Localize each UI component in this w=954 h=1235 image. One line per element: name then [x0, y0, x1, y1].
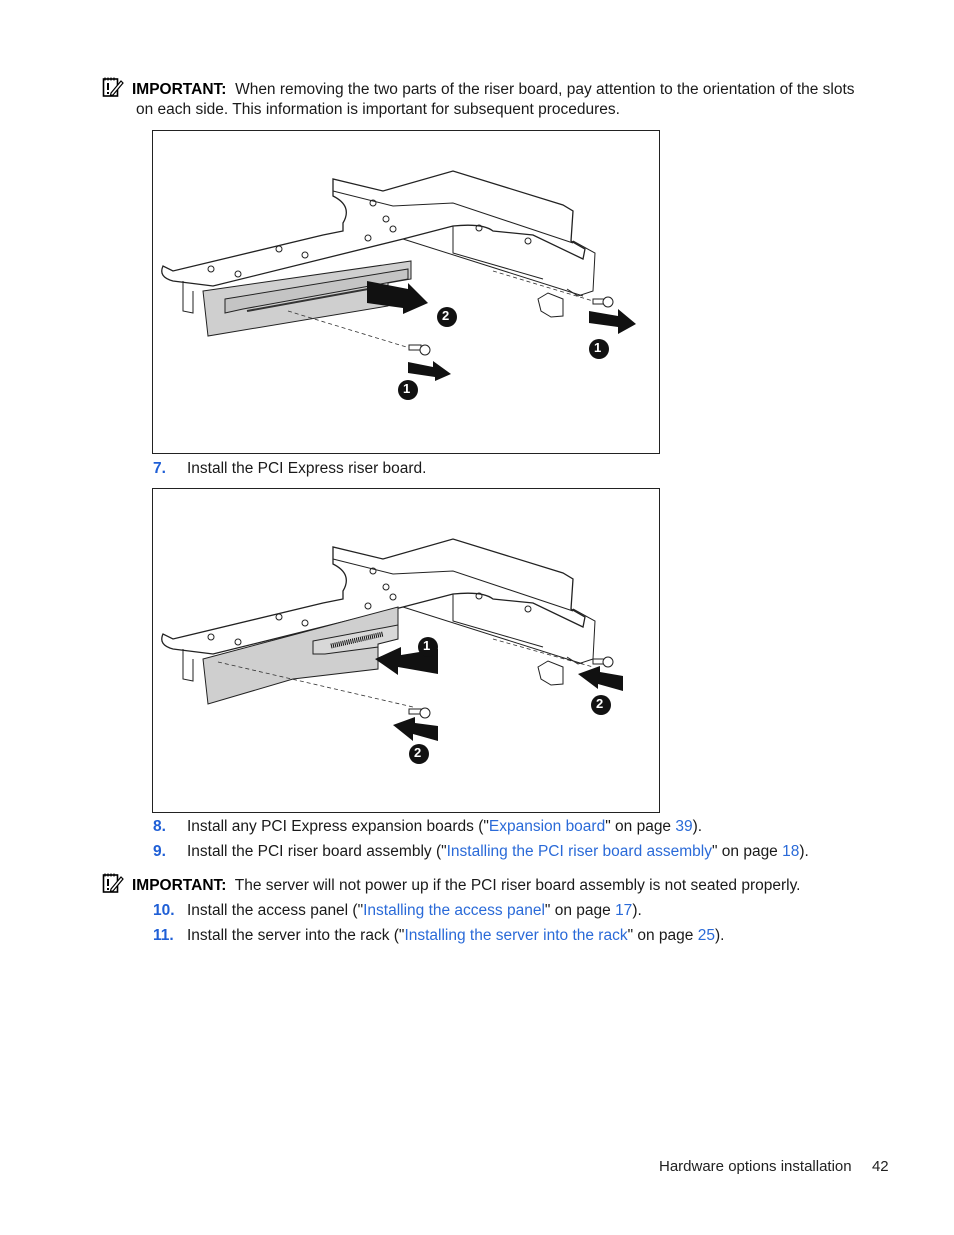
step-8-text: Install any PCI Express expansion boards…: [187, 818, 702, 836]
step-10-middle: " on page: [544, 902, 616, 919]
important-label: IMPORTANT:: [132, 81, 227, 98]
arrow-right-2: [367, 281, 428, 314]
callout-1-screw: 1: [403, 381, 411, 396]
step-8-number: 8.: [153, 818, 166, 835]
step-9-number: 9.: [153, 843, 166, 860]
link-page-18[interactable]: 18: [782, 843, 799, 860]
step-11-suffix: ).: [714, 927, 725, 944]
step-7-number: 7.: [153, 460, 166, 477]
riser-cage-illustration-install: [161, 538, 623, 764]
step-9-prefix: Install the PCI riser board assembly (": [187, 843, 447, 860]
figure-remove-riser-board: 1 2 1: [152, 130, 660, 454]
step-11-prefix: Install the server into the rack (": [187, 927, 405, 944]
arrow-right-1a: [408, 361, 451, 381]
important-label: IMPORTANT:: [132, 877, 227, 894]
figure-install-riser-board: 1 2 2: [152, 488, 660, 813]
callout-group: [398, 307, 609, 400]
step-7-text: Install the PCI Express riser board.: [187, 460, 427, 477]
link-page-25[interactable]: 25: [698, 927, 715, 944]
step-10-prefix: Install the access panel (": [187, 902, 364, 919]
link-page-39[interactable]: 39: [675, 818, 692, 835]
important-text: The server will not power up if the PCI …: [234, 877, 801, 894]
callout-1-board: 1: [423, 638, 431, 653]
step-9-middle: " on page: [711, 843, 783, 860]
important-text-line1: When removing the two parts of the riser…: [235, 81, 855, 98]
page-footer: Hardware options installation 42: [659, 1158, 889, 1175]
important-note-1-line2: on each side. This information is import…: [136, 101, 620, 118]
step-10-text: Install the access panel ("Installing th…: [187, 902, 642, 920]
step-11-number: 11.: [153, 927, 174, 944]
step-9-suffix: ).: [799, 843, 809, 860]
step-10-number: 10.: [153, 902, 175, 919]
link-installing-pci-riser-board-assembly[interactable]: Installing the PCI riser board assembly: [447, 843, 712, 860]
callout-1-bracket-screw: 1: [594, 340, 602, 355]
important-note-2: IMPORTANT: The server will not power up …: [132, 876, 801, 896]
arrow-left-2b: [578, 666, 623, 691]
step-8-suffix: ).: [692, 818, 703, 835]
arrow-left-2a: [393, 717, 438, 741]
link-installing-server-into-rack[interactable]: Installing the server into the rack: [404, 927, 627, 944]
footer-page-number: 42: [871, 1158, 889, 1175]
step-9-text: Install the PCI riser board assembly ("I…: [187, 843, 809, 861]
step-8-prefix: Install any PCI Express expansion boards…: [187, 818, 489, 835]
link-installing-access-panel[interactable]: Installing the access panel: [363, 902, 545, 919]
callout-2-board: 2: [442, 308, 450, 323]
footer-section-title: Hardware options installation: [659, 1158, 852, 1175]
callout-2-bracket-screw: 2: [596, 696, 604, 711]
step-11-text: Install the server into the rack ("Insta…: [187, 927, 724, 945]
callout-2-screw: 2: [414, 745, 422, 760]
step-8-middle: " on page: [605, 818, 676, 835]
link-page-17[interactable]: 17: [615, 902, 632, 919]
callout-group: [409, 637, 611, 764]
important-note-1: IMPORTANT: When removing the two parts o…: [132, 80, 855, 100]
step-10-suffix: ).: [632, 902, 642, 919]
important-note-icon: [102, 873, 124, 893]
step-11-middle: " on page: [627, 927, 698, 944]
riser-cage-illustration-removal: [161, 170, 636, 400]
arrow-right-1b: [589, 309, 636, 334]
link-expansion-board[interactable]: Expansion board: [489, 818, 605, 835]
important-note-icon: [102, 77, 124, 97]
